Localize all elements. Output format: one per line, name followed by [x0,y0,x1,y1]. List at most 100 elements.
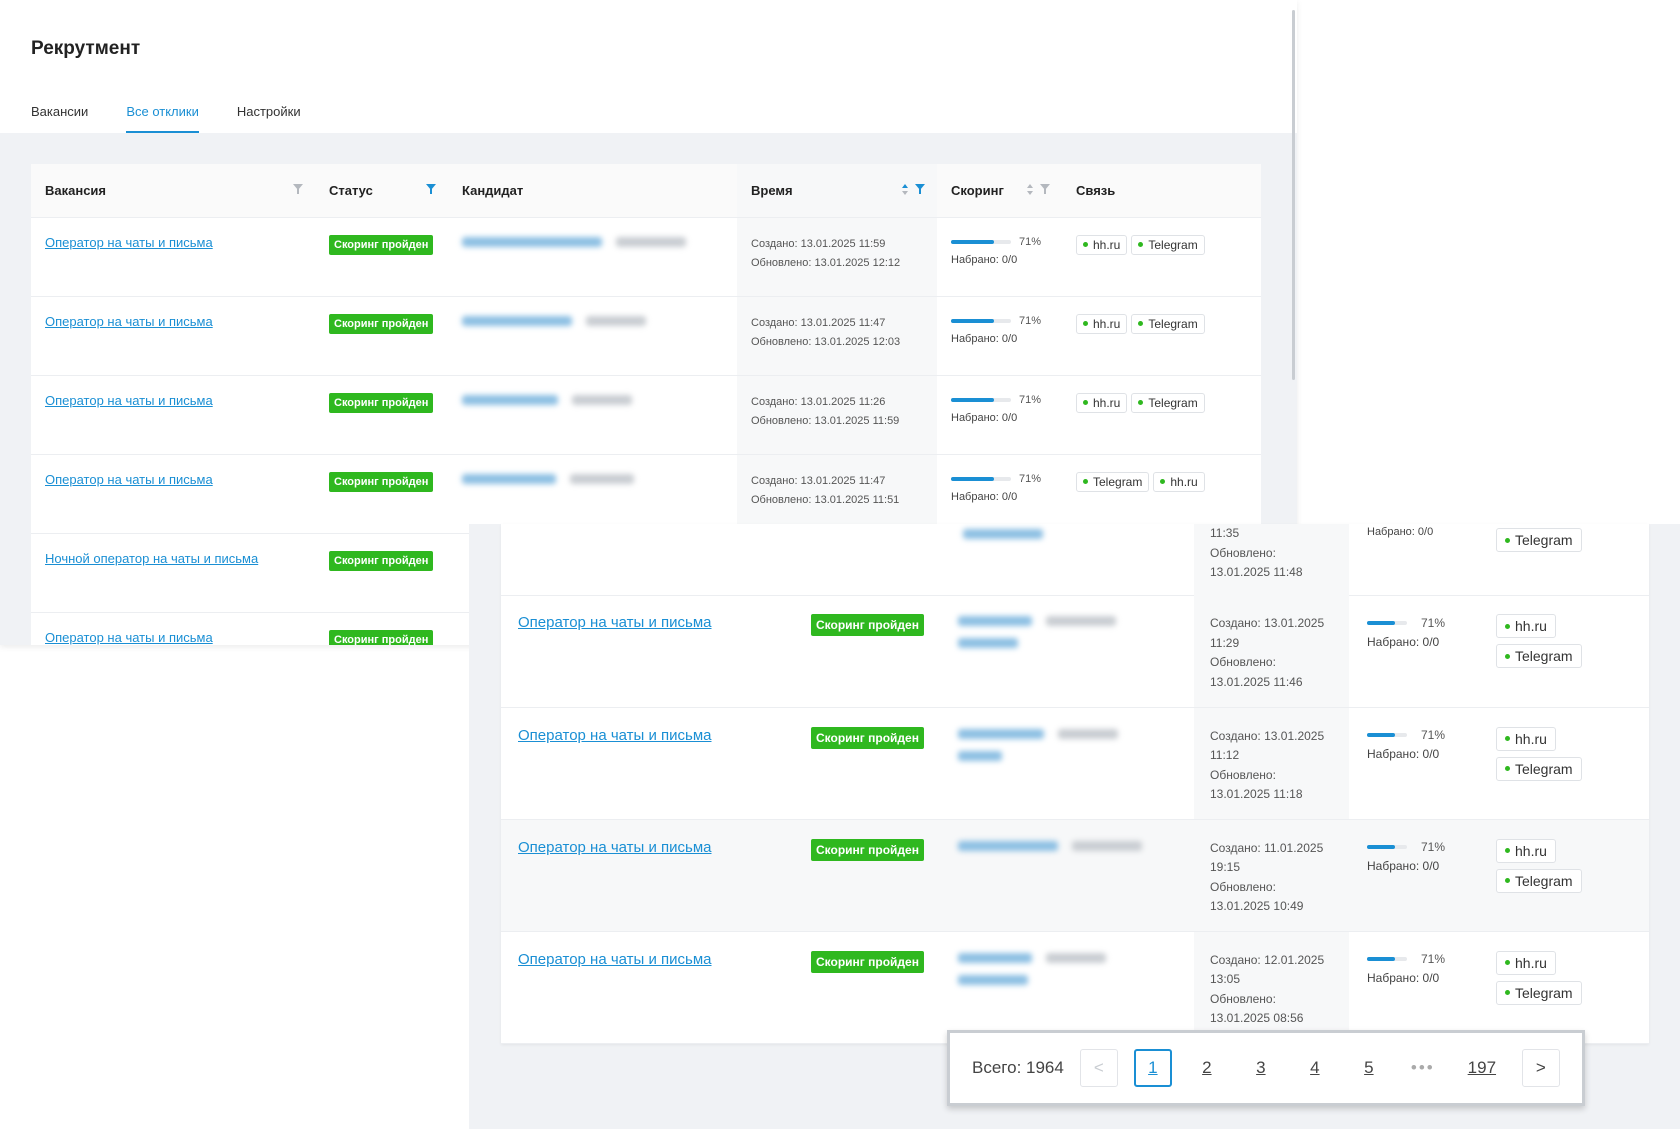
candidate-cell[interactable] [958,614,1194,648]
candidate-cell[interactable] [448,454,737,534]
ellipsis-icon[interactable]: ••• [1404,1049,1442,1087]
tab-vacancies[interactable]: Вакансии [31,104,88,133]
page-button[interactable]: 2 [1188,1049,1226,1087]
column-header-status[interactable]: Статус [315,164,448,218]
candidate-name-blurred[interactable] [462,316,572,327]
vertical-scrollbar[interactable] [1292,10,1295,380]
contact-chip[interactable]: hh.ru [1496,950,1556,975]
table-row[interactable]: Оператор на чаты и письма Скоринг пройде… [501,819,1649,932]
candidate-name-blurred[interactable] [958,638,1018,648]
resume-link-blurred[interactable] [1058,728,1118,739]
contact-label: Telegram [1148,395,1198,410]
score-fill [951,398,994,403]
candidate-cell[interactable] [958,727,1194,761]
table-row[interactable]: Оператор на чаты и письма Скоринг пройде… [31,296,1261,376]
contact-chip[interactable]: hh.ru [1076,234,1128,255]
candidate-name-blurred[interactable] [958,616,1032,626]
vacancy-link[interactable]: Оператор на чаты и письма [45,472,213,487]
table-row[interactable]: 11:35 Обновлено: 13.01.2025 11:48 Набрано:… [501,524,1649,596]
next-page-button[interactable]: > [1521,1049,1560,1087]
contact-chip[interactable]: hh.ru [1496,726,1556,751]
vacancy-link[interactable]: Оператор на чаты и письма [45,630,213,645]
table-row[interactable]: Оператор на чаты и письма Скоринг пройде… [501,707,1649,820]
updated-time: 13.01.2025 11:48 [1210,565,1303,579]
candidate-cell[interactable] [958,839,1194,851]
candidate-cell[interactable] [958,524,1194,596]
resume-link-blurred[interactable] [616,237,686,248]
contact-chip[interactable]: Telegram [1496,868,1582,893]
online-dot-icon [1505,766,1510,771]
score-fill [951,240,994,245]
vacancy-link[interactable]: Оператор на чаты и письма [518,839,712,856]
resume-link-blurred[interactable] [570,474,634,485]
page-button-last[interactable]: 197 [1458,1049,1506,1087]
sort-icon[interactable] [902,184,909,195]
vacancy-link[interactable]: Оператор на чаты и письма [45,314,213,329]
filter-icon[interactable] [293,184,303,195]
sort-icon[interactable] [1027,184,1034,195]
contact-chip[interactable]: Telegram [1496,980,1582,1005]
contact-chip[interactable]: Telegram [1131,234,1205,255]
candidate-name-blurred[interactable] [958,974,1028,985]
candidate-name-blurred[interactable] [462,237,602,248]
page-button[interactable]: 4 [1296,1049,1334,1087]
page-button-current[interactable]: 1 [1133,1049,1172,1087]
table-row[interactable]: Оператор на чаты и письма Скоринг пройде… [31,217,1261,297]
contact-chip[interactable]: hh.ru [1153,471,1205,492]
column-header-scoring[interactable]: Скоринг [937,164,1062,218]
contact-chip[interactable]: hh.ru [1076,313,1128,334]
filter-active-icon[interactable] [915,184,925,195]
candidate-name-blurred[interactable] [462,395,558,406]
contact-chip[interactable]: Telegram [1131,392,1205,413]
contact-chip[interactable]: Telegram [1496,756,1582,781]
candidate-name-blurred[interactable] [958,952,1032,963]
vacancy-link[interactable]: Оператор на чаты и письма [45,235,213,250]
candidate-cell[interactable] [448,296,737,376]
contact-label: hh.ru [1515,618,1547,634]
table-row[interactable]: Оператор на чаты и письма Скоринг пройде… [31,454,1261,534]
vacancy-link[interactable]: Оператор на чаты и письма [518,727,712,744]
column-header-time[interactable]: Время [737,164,937,218]
filter-icon[interactable] [1040,184,1050,195]
candidate-cell[interactable] [958,951,1194,985]
contact-chip[interactable]: hh.ru [1076,392,1128,413]
score-percent: 71% [1421,840,1446,855]
tab-settings[interactable]: Настройки [237,104,301,133]
candidate-cell[interactable] [448,217,737,297]
vacancy-link[interactable]: Оператор на чаты и письма [518,951,712,968]
resume-link-blurred[interactable] [1046,952,1106,963]
resume-link-blurred[interactable] [1072,840,1142,851]
page-button[interactable]: 3 [1242,1049,1280,1087]
column-header-vacancy[interactable]: Вакансия [31,164,315,218]
table-row[interactable]: Оператор на чаты и письма Скоринг пройде… [501,931,1649,1044]
contact-chip[interactable]: Telegram [1076,471,1150,492]
vacancy-link[interactable]: Ночной оператор на чаты и письма [45,551,258,566]
tab-all-responses[interactable]: Все отклики [126,104,199,133]
candidate-cell[interactable] [448,375,737,455]
vacancy-link[interactable]: Оператор на чаты и письма [518,614,712,631]
page-button[interactable]: 5 [1350,1049,1388,1087]
filter-active-icon[interactable] [426,184,436,195]
candidate-name-blurred[interactable] [958,750,1002,761]
table-row[interactable]: Оператор на чаты и письма Скоринг пройде… [31,375,1261,455]
contact-chip[interactable]: Telegram [1496,644,1582,668]
candidate-name-blurred[interactable] [958,728,1044,739]
candidate-name-blurred[interactable] [462,474,556,485]
resume-link-blurred[interactable] [1046,616,1116,626]
resume-link-blurred[interactable] [572,395,632,406]
column-label: Время [751,182,793,198]
candidate-name-blurred[interactable] [963,528,1043,539]
prev-page-button[interactable]: < [1079,1049,1118,1087]
collected-count: Набрано: 0/0 [951,253,1018,266]
status-badge: Скоринг пройден [329,471,434,492]
contact-chip[interactable]: Telegram [1496,528,1582,552]
resume-link-blurred[interactable] [586,316,646,327]
table-row[interactable]: Оператор на чаты и письма Скоринг пройде… [501,595,1649,708]
contact-chip[interactable]: hh.ru [1496,614,1556,638]
score-bar [951,398,1011,403]
contact-chip[interactable]: Telegram [1131,313,1205,334]
vacancy-link[interactable]: Оператор на чаты и письма [45,393,213,408]
contact-chip[interactable]: hh.ru [1496,838,1556,863]
online-dot-icon [1505,848,1510,853]
candidate-name-blurred[interactable] [958,840,1058,851]
